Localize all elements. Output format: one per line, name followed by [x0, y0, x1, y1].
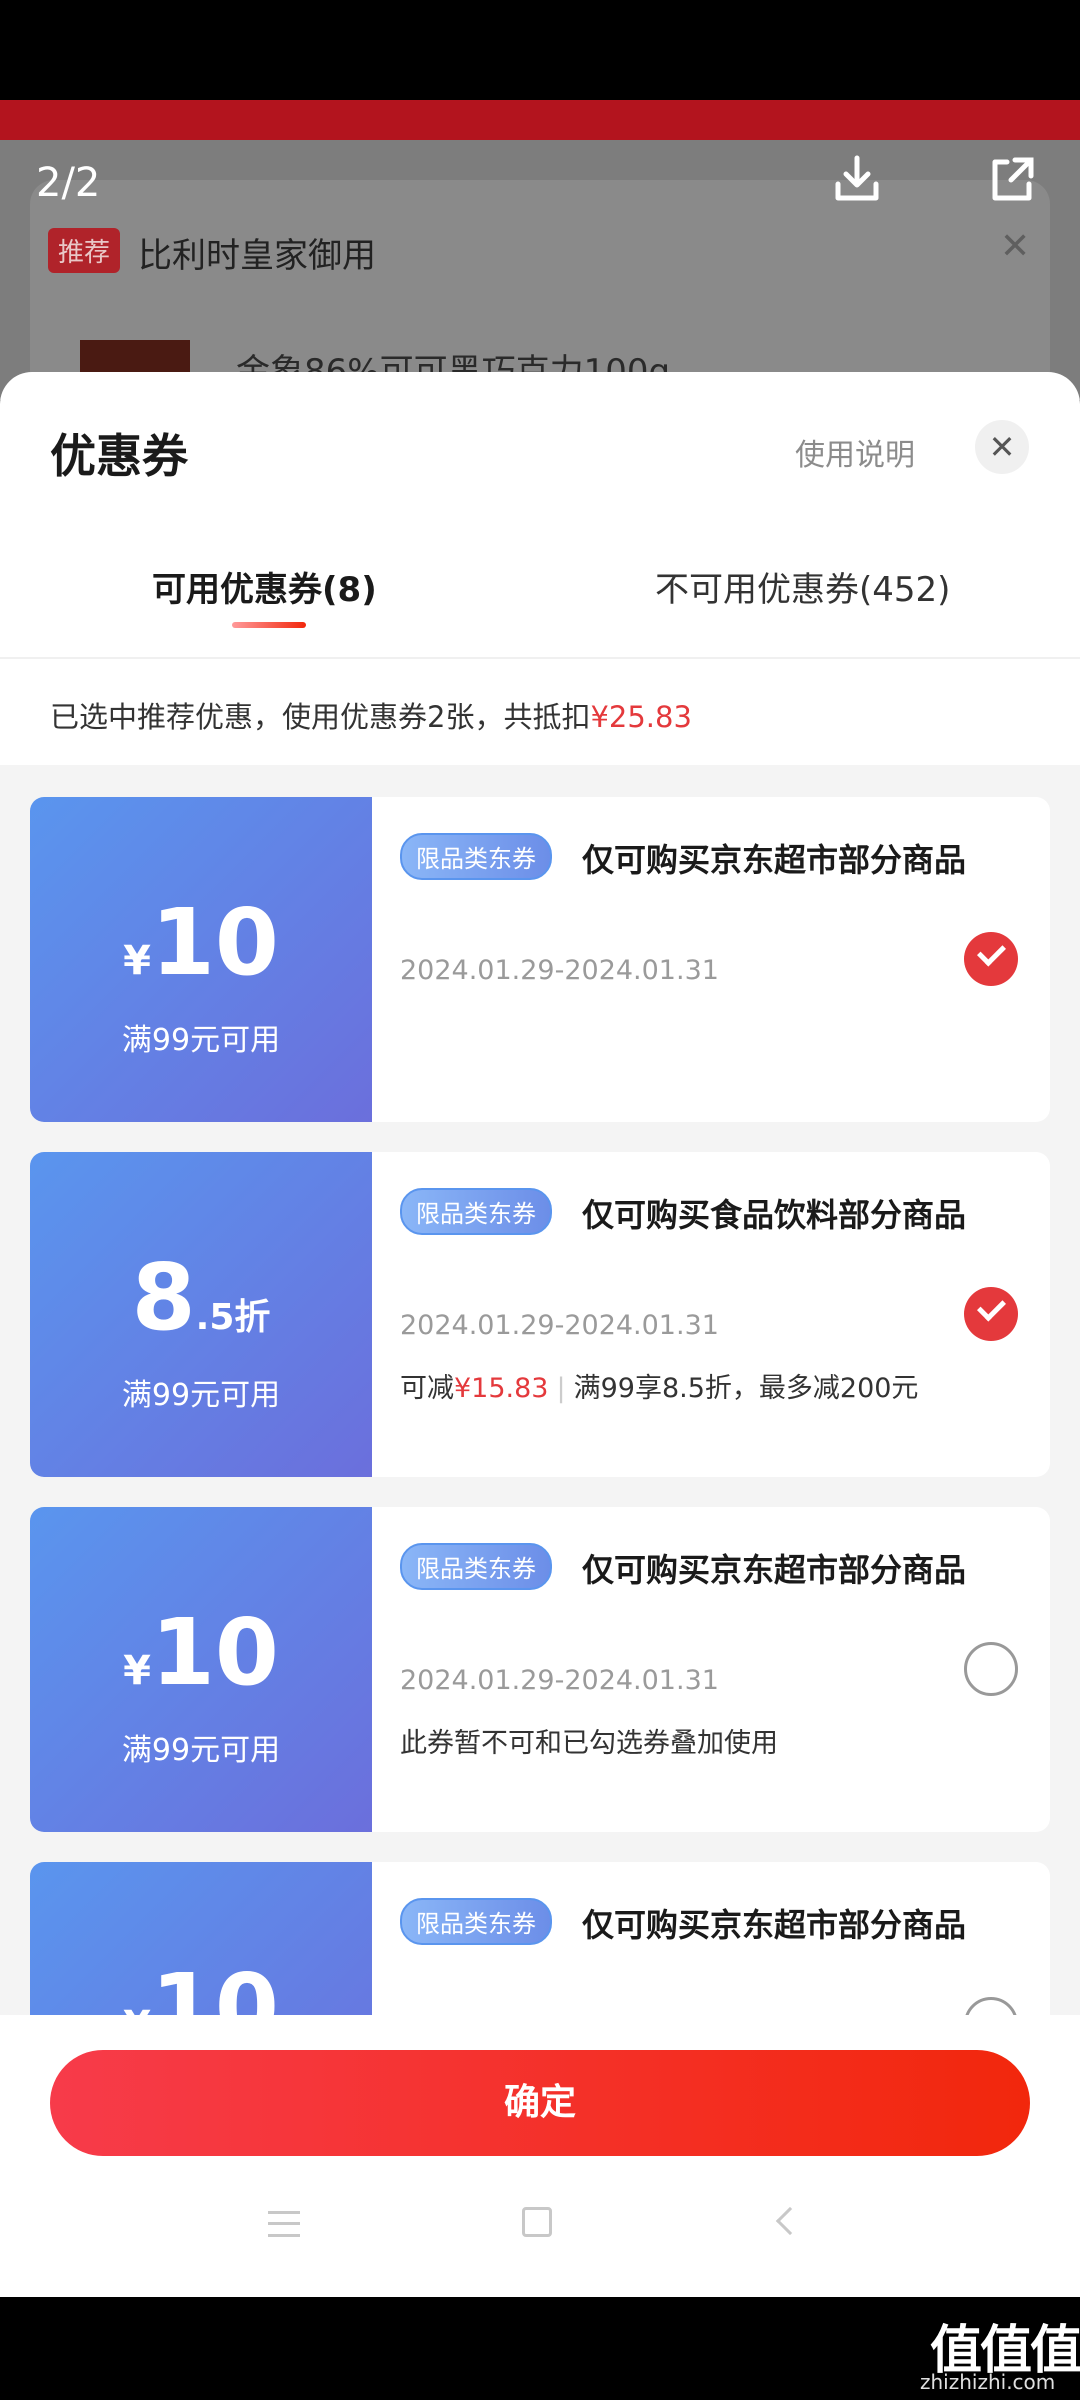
coupon-amount: 10: [150, 889, 279, 996]
check-icon[interactable]: [964, 1287, 1018, 1341]
coupon-amount: 10: [150, 1954, 279, 2015]
tab-available[interactable]: 可用优惠券(8): [152, 562, 377, 611]
coupon-badge: 限品类东券: [400, 1543, 552, 1590]
coupon-value: 8.5折: [30, 1244, 372, 1351]
note-amount: ¥15.83: [454, 1373, 549, 1404]
selection-summary: 已选中推荐优惠，使用优惠券2张，共抵扣¥25.83: [50, 694, 692, 736]
coupon-card[interactable]: 8.5折 满99元可用 仅可购买食品饮料部分商品 限品类东券 2024.01.2…: [30, 1152, 1050, 1477]
coupon-card[interactable]: ¥10 仅可购买京东超市部分商品 限品类东券: [30, 1862, 1050, 2015]
coupon-note: 此券暂不可和已勾选券叠加使用: [400, 1728, 778, 1759]
summary-text: 已选中推荐优惠，使用优惠券2张，共抵扣: [50, 700, 591, 734]
image-counter: 2/2: [36, 160, 101, 206]
close-icon[interactable]: ✕: [1000, 226, 1030, 267]
coupon-badge: 限品类东券: [400, 1898, 552, 1945]
discount-suffix: .5折: [195, 1297, 271, 1338]
coupon-condition: 满99元可用: [121, 1023, 281, 1058]
sheet-title: 优惠券: [50, 429, 188, 483]
tab-unavailable[interactable]: 不可用优惠券(452): [655, 562, 950, 611]
note-prefix: 可减: [400, 1373, 454, 1404]
coupon-condition: 满99元可用: [121, 1378, 281, 1413]
menu-icon[interactable]: [268, 2211, 300, 2237]
coupon-validity: 2024.01.29-2024.01.31: [400, 955, 719, 986]
close-button[interactable]: ✕: [975, 420, 1029, 474]
coupon-badge: 限品类东券: [400, 1188, 552, 1235]
home-icon[interactable]: [522, 2207, 552, 2237]
coupon-value: ¥10: [30, 889, 372, 996]
recommend-title: 比利时皇家御用: [138, 236, 376, 276]
coupon-value-panel: 8.5折 满99元可用: [30, 1152, 372, 1477]
coupon-value: ¥10: [30, 1599, 372, 1706]
coupon-value-panel: ¥10 满99元可用: [30, 1507, 372, 1832]
active-tab-indicator: [232, 622, 306, 628]
coupon-card[interactable]: ¥10 满99元可用 仅可购买京东超市部分商品 限品类东券 2024.01.29…: [30, 797, 1050, 1122]
coupon-amount: 8: [131, 1244, 196, 1351]
download-icon[interactable]: [830, 152, 884, 206]
confirm-button[interactable]: 确定: [50, 2050, 1030, 2156]
status-bar: [0, 0, 1080, 100]
bottom-bar: [0, 2297, 1080, 2400]
coupon-condition: 满99元可用: [121, 1733, 281, 1768]
unchecked-circle-icon[interactable]: [964, 1997, 1018, 2015]
sheet-footer: 确定: [0, 2015, 1080, 2297]
coupon-amount: 10: [150, 1599, 279, 1706]
currency-symbol: ¥: [123, 938, 151, 984]
coupon-badge: 限品类东券: [400, 833, 552, 880]
coupon-sheet: 优惠券 使用说明 ✕ 可用优惠券(8) 不可用优惠券(452) 已选中推荐优惠，…: [0, 372, 1080, 2297]
coupon-validity: 2024.01.29-2024.01.31: [400, 1310, 719, 1341]
check-icon[interactable]: [964, 932, 1018, 986]
note-rest: 满99享8.5折，最多减200元: [573, 1373, 919, 1404]
coupon-value-panel: ¥10 满99元可用: [30, 797, 372, 1122]
usage-help-link[interactable]: 使用说明: [795, 430, 915, 474]
coupon-value-panel: ¥10: [30, 1862, 372, 2015]
unchecked-circle-icon[interactable]: [964, 1642, 1018, 1696]
share-icon[interactable]: [985, 152, 1039, 206]
coupon-card[interactable]: ¥10 满99元可用 仅可购买京东超市部分商品 限品类东券 2024.01.29…: [30, 1507, 1050, 1832]
note-separator: |: [556, 1373, 566, 1404]
back-icon[interactable]: [775, 2206, 805, 2236]
page-banner: [0, 100, 1080, 140]
coupon-value: ¥10: [30, 1954, 372, 2015]
coupon-validity: 2024.01.29-2024.01.31: [400, 1665, 719, 1696]
recommend-tag: 推荐: [48, 228, 121, 273]
watermark-url: zhizhizhi.com: [920, 2370, 1056, 2394]
summary-amount: ¥25.83: [590, 700, 692, 734]
coupon-list: ¥10 满99元可用 仅可购买京东超市部分商品 限品类东券 2024.01.29…: [0, 765, 1080, 2015]
currency-symbol: ¥: [123, 1648, 151, 1694]
divider: [0, 657, 1080, 659]
currency-symbol: ¥: [123, 2003, 151, 2015]
coupon-note: 可减¥15.83 | 满99享8.5折，最多减200元: [400, 1366, 918, 1405]
